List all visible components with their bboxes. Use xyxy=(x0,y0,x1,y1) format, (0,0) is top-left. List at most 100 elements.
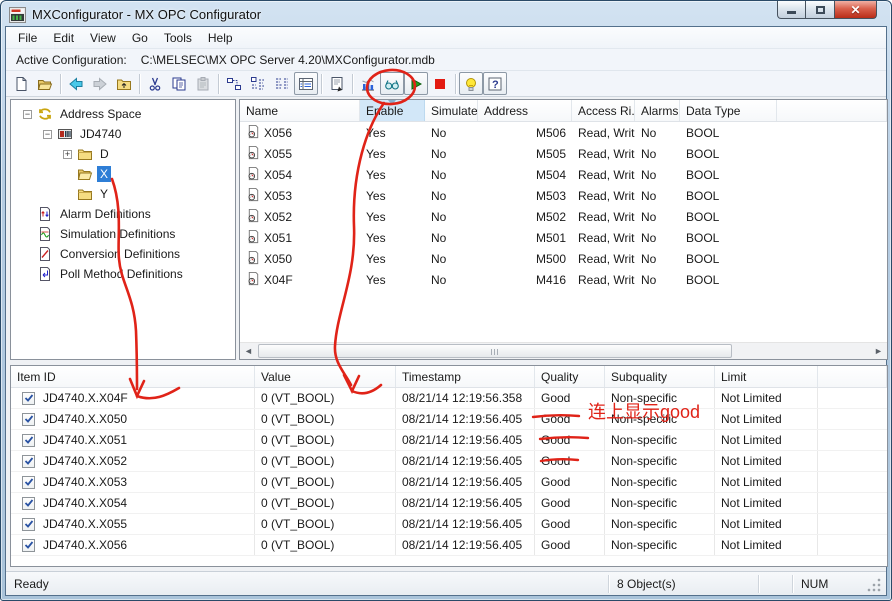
tag-row-x055[interactable]: X055YesNoM505Read, WriteNoBOOL xyxy=(240,143,887,164)
monitor-row-jd4740.x.x050[interactable]: JD4740.X.X0500 (VT_BOOL)08/21/14 12:19:5… xyxy=(11,409,887,430)
monitor-row-jd4740.x.x052[interactable]: JD4740.X.X0520 (VT_BOOL)08/21/14 12:19:5… xyxy=(11,451,887,472)
collapse-toggle[interactable]: − xyxy=(43,130,52,139)
minimize-button[interactable] xyxy=(777,1,806,19)
column-header-value[interactable]: Value xyxy=(255,366,396,387)
up-one-level-button[interactable] xyxy=(112,72,136,95)
horizontal-scrollbar[interactable]: ◄ ► xyxy=(240,342,887,359)
scroll-right-button[interactable]: ► xyxy=(870,343,887,359)
tag-name: X055 xyxy=(264,147,292,161)
menu-tools[interactable]: Tools xyxy=(156,29,200,47)
new-document-button[interactable] xyxy=(9,72,33,95)
column-header-limit[interactable]: Limit xyxy=(715,366,818,387)
tag-row-x053[interactable]: X053YesNoM503Read, WriteNoBOOL xyxy=(240,185,887,206)
close-button[interactable]: ✕ xyxy=(835,1,877,19)
item-checkbox[interactable] xyxy=(22,476,35,489)
tree-item-address-space[interactable]: −Address Space xyxy=(11,104,235,124)
cut-button[interactable] xyxy=(143,72,167,95)
maximize-button[interactable] xyxy=(806,1,835,19)
copy-icon xyxy=(171,76,187,92)
back-button[interactable] xyxy=(64,72,88,95)
column-header-simulate[interactable]: Simulate xyxy=(425,100,478,121)
monitor-cell: Good xyxy=(535,388,605,408)
monitor-row-jd4740.x.x056[interactable]: JD4740.X.X0560 (VT_BOOL)08/21/14 12:19:5… xyxy=(11,535,887,556)
column-header-address[interactable]: Address xyxy=(478,100,572,121)
tag-row-x056[interactable]: X056YesNoM506Read, WriteNoBOOL xyxy=(240,122,887,143)
column-header-data-type[interactable]: Data Type xyxy=(680,100,777,121)
item-checkbox[interactable] xyxy=(22,497,35,510)
tree-item-alarm-definitions[interactable]: Alarm Definitions xyxy=(11,204,235,224)
monitor-row-jd4740.x.x053[interactable]: JD4740.X.X0530 (VT_BOOL)08/21/14 12:19:5… xyxy=(11,472,887,493)
view-details-button[interactable] xyxy=(294,72,318,95)
column-header-quality[interactable]: Quality xyxy=(535,366,605,387)
open-folder-button[interactable] xyxy=(33,72,57,95)
item-checkbox[interactable] xyxy=(22,539,35,552)
tree-item-poll-method-definitions[interactable]: Poll Method Definitions xyxy=(11,264,235,284)
properties-button[interactable] xyxy=(325,72,349,95)
item-checkbox[interactable] xyxy=(22,392,35,405)
menu-help[interactable]: Help xyxy=(200,29,241,47)
column-header-name[interactable]: Name xyxy=(240,100,360,121)
column-header-access-ri[interactable]: Access Ri... xyxy=(572,100,635,121)
menu-view[interactable]: View xyxy=(82,29,124,47)
cut-icon xyxy=(147,76,163,92)
column-header-enable[interactable]: Enable xyxy=(360,100,425,121)
monitor-row-jd4740.x.x04f[interactable]: JD4740.X.X04F0 (VT_BOOL)08/21/14 12:19:5… xyxy=(11,388,887,409)
address-space-tree: −Address Space−JD4740+DXYAlarm Definitio… xyxy=(10,99,236,360)
collapse-toggle[interactable]: − xyxy=(23,110,32,119)
tag-cell: No xyxy=(425,273,478,287)
tag-row-x054[interactable]: X054YesNoM504Read, WriteNoBOOL xyxy=(240,164,887,185)
monitor-cell: 0 (VT_BOOL) xyxy=(255,535,396,555)
title-bar[interactable]: MXConfigurator - MX OPC Configurator xyxy=(5,1,887,26)
new-tag-button[interactable] xyxy=(270,72,294,95)
menu-file[interactable]: File xyxy=(10,29,45,47)
expand-toggle[interactable]: + xyxy=(63,150,72,159)
object-count: 8 Object(s) xyxy=(608,575,758,593)
tag-row-x04f[interactable]: X04FYesNoM416Read, WriteNoBOOL xyxy=(240,269,887,290)
scroll-left-button[interactable]: ◄ xyxy=(240,343,257,359)
menu-go[interactable]: Go xyxy=(124,29,156,47)
monitor-view-button[interactable] xyxy=(380,72,404,95)
monitor-row-jd4740.x.x051[interactable]: JD4740.X.X0510 (VT_BOOL)08/21/14 12:19:5… xyxy=(11,430,887,451)
menu-edit[interactable]: Edit xyxy=(45,29,82,47)
new-device-button[interactable] xyxy=(222,72,246,95)
help-button[interactable]: ? xyxy=(483,72,507,95)
tree-item-jd4740[interactable]: −JD4740 xyxy=(11,124,235,144)
statistics-icon xyxy=(360,76,376,92)
item-checkbox[interactable] xyxy=(22,455,35,468)
tree-item-conversion-definitions[interactable]: Conversion Definitions xyxy=(11,244,235,264)
tree-item-y[interactable]: Y xyxy=(11,184,235,204)
tree-item-x[interactable]: X xyxy=(11,164,235,184)
monitor-row-jd4740.x.x054[interactable]: JD4740.X.X0540 (VT_BOOL)08/21/14 12:19:5… xyxy=(11,493,887,514)
scrollbar-thumb[interactable] xyxy=(258,344,732,358)
monitor-cell: Not Limited xyxy=(715,535,818,555)
column-header-timestamp[interactable]: Timestamp xyxy=(396,366,535,387)
tag-cell: BOOL xyxy=(680,168,777,182)
item-checkbox[interactable] xyxy=(22,518,35,531)
tree-item-simulation-definitions[interactable]: Simulation Definitions xyxy=(11,224,235,244)
monitor-cell: Non-specific xyxy=(605,388,715,408)
monitor-row-jd4740.x.x055[interactable]: JD4740.X.X0550 (VT_BOOL)08/21/14 12:19:5… xyxy=(11,514,887,535)
column-header-subquality[interactable]: Subquality xyxy=(605,366,715,387)
tag-row-x052[interactable]: X052YesNoM502Read, WriteNoBOOL xyxy=(240,206,887,227)
monitor-cell: 08/21/14 12:19:56.405 xyxy=(396,472,535,492)
item-checkbox[interactable] xyxy=(22,413,35,426)
tree-item-label: Simulation Definitions xyxy=(57,226,178,242)
stop-button[interactable] xyxy=(428,72,452,95)
forward-button[interactable] xyxy=(88,72,112,95)
tag-cell: M416 xyxy=(478,273,572,287)
item-checkbox[interactable] xyxy=(22,434,35,447)
column-header-alarms[interactable]: Alarms xyxy=(635,100,680,121)
scrollbar-track[interactable] xyxy=(257,343,870,359)
tree-item-d[interactable]: +D xyxy=(11,144,235,164)
tag-row-x051[interactable]: X051YesNoM501Read, WriteNoBOOL xyxy=(240,227,887,248)
paste-button[interactable] xyxy=(191,72,215,95)
monitor-cell: 08/21/14 12:19:56.405 xyxy=(396,493,535,513)
statistics-button[interactable] xyxy=(356,72,380,95)
column-header-item-id[interactable]: Item ID xyxy=(11,366,255,387)
copy-button[interactable] xyxy=(167,72,191,95)
resize-grip[interactable] xyxy=(866,575,882,593)
start-button[interactable] xyxy=(404,72,428,95)
tag-row-x050[interactable]: X050YesNoM500Read, WriteNoBOOL xyxy=(240,248,887,269)
tips-button[interactable] xyxy=(459,72,483,95)
new-group-button[interactable] xyxy=(246,72,270,95)
